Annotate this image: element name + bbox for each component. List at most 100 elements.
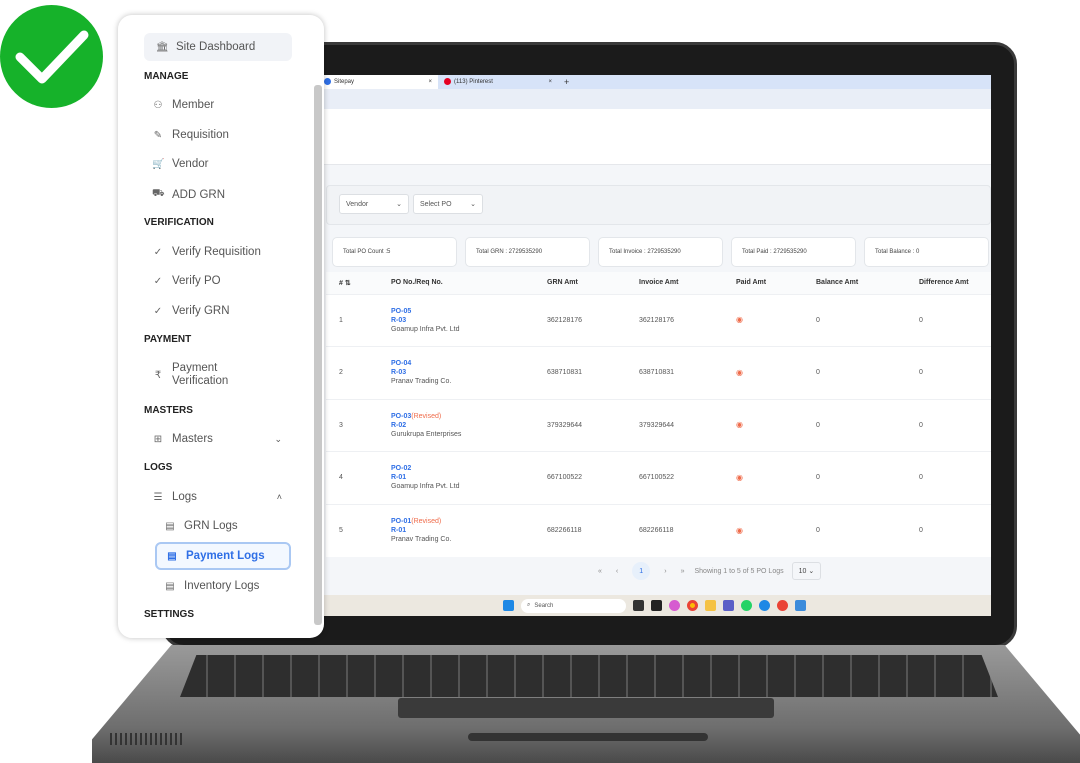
first-page-button[interactable]: « (598, 568, 602, 575)
teams-icon[interactable] (723, 600, 734, 611)
per-page-select[interactable]: 10 ⌄ (791, 562, 822, 580)
windows-start-icon[interactable] (503, 600, 514, 611)
eye-icon[interactable]: ◉ (736, 315, 743, 324)
sidebar-item-site-dashboard[interactable]: 🏛 Site Dashboard (144, 33, 292, 61)
po-select-value: Select PO (420, 200, 452, 208)
sidebar-item-payment-verification[interactable]: ₹ Payment Verification (152, 362, 228, 388)
figma-icon[interactable] (651, 600, 662, 611)
whatsapp-icon[interactable] (741, 600, 752, 611)
chrome-icon[interactable] (687, 600, 698, 611)
next-page-button[interactable]: › (664, 568, 666, 575)
last-page-button[interactable]: » (681, 568, 685, 575)
sidebar-item-add-grn[interactable]: ⛟ ADD GRN (152, 188, 225, 201)
sidebar-item-verify-grn[interactable]: ✓ Verify GRN (152, 305, 230, 317)
invoice-amount: 379329644 (626, 398, 723, 452)
po-link[interactable]: PO-04 (391, 360, 411, 367)
sidebar-item-verify-po[interactable]: ✓ Verify PO (152, 275, 221, 287)
req-link[interactable]: R-02 (391, 422, 406, 429)
vendor-name: Pranav Trading Co. (391, 378, 452, 386)
summary-invoice: Total Invoice : 2729535290 (598, 237, 723, 267)
taskbar-search[interactable]: ⌕ Search (521, 598, 626, 613)
section-settings: SETTINGS (144, 609, 195, 620)
eye-icon[interactable]: ◉ (736, 473, 743, 482)
summary-text: Total GRN : 2729535290 (476, 249, 543, 255)
sidebar-item-vendor[interactable]: 🛒 Vendor (152, 158, 208, 170)
prev-page-button[interactable]: ‹ (616, 568, 618, 575)
sidebar-item-requisition[interactable]: ✎ Requisition (152, 129, 229, 141)
sidebar-item-label: Logs (172, 491, 197, 503)
po-logs-table: # ⇅ PO No./Req No. GRN Amt Invoice Amt P… (326, 272, 991, 557)
eye-icon[interactable]: ◉ (736, 526, 743, 535)
sidebar-item-logs[interactable]: ☰ Logs ˄ (152, 491, 282, 503)
req-link[interactable]: R-01 (391, 527, 406, 534)
address-bar[interactable] (318, 89, 991, 109)
app-header (318, 109, 991, 165)
laptop-vent (110, 733, 185, 745)
tab-pinterest[interactable]: (113) Pinterest × (438, 75, 558, 89)
balance-amount: 0 (803, 451, 906, 504)
eye-icon[interactable]: ◉ (736, 368, 743, 377)
taskbar-search-label: Search (534, 602, 554, 609)
row-number: 1 (326, 293, 378, 347)
req-link[interactable]: R-03 (391, 317, 406, 324)
po-link[interactable]: PO-03 (391, 413, 411, 420)
sidebar-item-grn-logs[interactable]: ▤ GRN Logs (164, 520, 237, 532)
tab-label: (113) Pinterest (454, 79, 493, 86)
sidebar-item-verify-requisition[interactable]: ✓ Verify Requisition (152, 246, 261, 258)
filter-bar: Vendor ⌄ Select PO ⌄ (326, 185, 991, 225)
vendor-select[interactable]: Vendor ⌄ (339, 194, 409, 214)
sidebar-item-label: Payment Logs (186, 550, 265, 562)
eye-icon[interactable]: ◉ (736, 420, 743, 429)
column-header-number[interactable]: # ⇅ (326, 272, 378, 294)
sidebar-item-inventory-logs[interactable]: ▤ Inventory Logs (164, 580, 259, 592)
table-row: 5 PO-01(Revised) R-01 Pranav Trading Co. 6… (326, 503, 991, 557)
invoice-amount: 682266118 (626, 503, 723, 557)
close-icon[interactable]: × (428, 79, 432, 85)
close-icon[interactable]: × (548, 79, 552, 85)
chrome-profile-icon[interactable] (777, 600, 788, 611)
sidebar-item-label: ADD GRN (172, 188, 226, 201)
tab-label: Sitepay (334, 79, 355, 86)
checkmark-icon (0, 5, 103, 108)
po-cell: PO-04 R-03 Pranav Trading Co. (378, 346, 534, 399)
task-view-icon[interactable] (633, 600, 644, 611)
column-header-grn: GRN Amt (534, 272, 626, 294)
sidebar-item-payment-logs[interactable]: ▤ Payment Logs (155, 542, 291, 570)
sidebar-item-label: Inventory Logs (184, 580, 260, 592)
grn-amount: 379329644 (534, 398, 626, 452)
summary-grn: Total GRN : 2729535290 (465, 237, 590, 267)
po-link[interactable]: PO-05 (391, 308, 411, 315)
po-cell: PO-02 R-01 Goamup Infra Pvt. Ltd (378, 451, 534, 504)
file-explorer-icon[interactable] (705, 600, 716, 611)
paid-cell: ◉ (723, 293, 803, 347)
page-1-button[interactable]: 1 (632, 562, 651, 580)
sidebar-item-masters[interactable]: ⊞ Masters ⌄ (152, 433, 282, 445)
sidebar-item-member[interactable]: ⚇ Member (152, 99, 215, 111)
section-payment: PAYMENT (144, 334, 192, 345)
chevron-down-icon: ⌄ (808, 568, 815, 575)
copilot-icon[interactable] (669, 600, 680, 611)
summary-po-count: Total PO Count :5 (332, 237, 457, 267)
app-icon[interactable] (795, 600, 806, 611)
vendor-select-value: Vendor (346, 200, 369, 208)
per-page-value: 10 (798, 568, 807, 575)
difference-amount: 0 (906, 398, 991, 452)
section-masters: MASTERS (144, 405, 193, 416)
po-link[interactable]: PO-02 (391, 465, 411, 472)
new-tab-button[interactable]: + (564, 77, 569, 87)
summary-text: Total Paid : 2729535290 (742, 249, 807, 255)
vendor-name: Pranav Trading Co. (391, 536, 452, 543)
po-select[interactable]: Select PO ⌄ (413, 194, 483, 214)
revised-label: (Revised) (411, 412, 442, 420)
windows-taskbar: ⌕ Search (318, 595, 991, 616)
req-link[interactable]: R-03 (391, 369, 406, 376)
sidebar-scrollbar[interactable] (314, 85, 322, 625)
tab-sitepay[interactable]: Sitepay × (318, 75, 438, 89)
bank-icon: 🏛 (156, 41, 169, 53)
table-row: 4 PO-02 R-01 Goamup Infra Pvt. Ltd 6671005… (326, 451, 991, 504)
skype-icon[interactable] (759, 600, 770, 611)
po-link[interactable]: PO-01 (391, 518, 411, 525)
chevron-down-icon: ⌄ (396, 201, 402, 208)
row-number: 5 (326, 503, 378, 557)
req-link[interactable]: R-01 (391, 474, 406, 481)
